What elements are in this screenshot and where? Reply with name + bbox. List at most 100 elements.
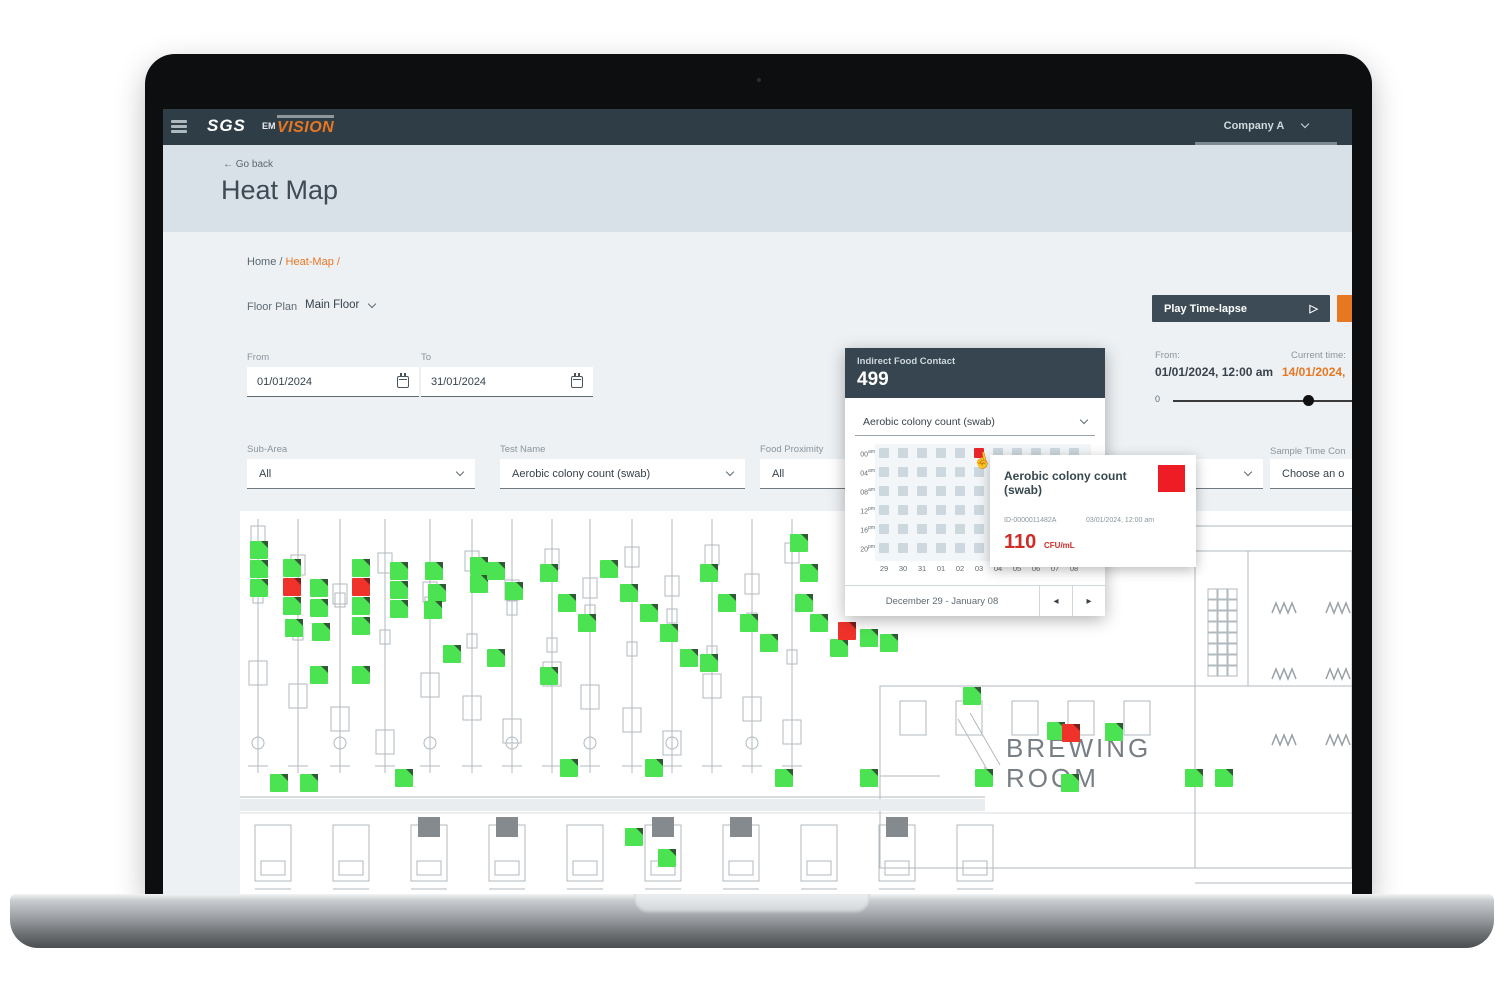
sample-marker-ok[interactable] <box>425 562 443 580</box>
sample-marker-ok[interactable] <box>540 564 558 582</box>
grid-cell[interactable] <box>879 448 889 458</box>
sample-marker-ok[interactable] <box>285 619 303 637</box>
sample-marker-ok[interactable] <box>760 634 778 652</box>
popup-test-select[interactable]: Aerobic colony count (swab) <box>855 408 1095 436</box>
grid-cell[interactable] <box>879 467 889 477</box>
sample-marker-ok[interactable] <box>1185 769 1203 787</box>
sample-marker-ok[interactable] <box>443 645 461 663</box>
timelapse-secondary-button[interactable] <box>1337 295 1352 322</box>
grid-cell[interactable] <box>955 486 965 496</box>
grid-cell[interactable] <box>936 448 946 458</box>
sample-marker-ok[interactable] <box>645 759 663 777</box>
sample-marker-ok[interactable] <box>880 634 898 652</box>
from-date-input[interactable]: 01/01/2024 <box>247 367 419 397</box>
sample-marker-ok[interactable] <box>250 579 268 597</box>
grid-cell[interactable] <box>898 448 908 458</box>
sample-marker-ok[interactable] <box>270 774 288 792</box>
grid-cell[interactable] <box>917 505 927 515</box>
sample-marker-ok[interactable] <box>830 639 848 657</box>
sample-marker-ok[interactable] <box>487 562 505 580</box>
breadcrumb-current[interactable]: Heat-Map <box>286 256 334 268</box>
grid-cell[interactable] <box>898 486 908 496</box>
timelapse-slider-track[interactable] <box>1173 400 1352 402</box>
floor-plan-select[interactable]: Main Floor <box>305 299 375 311</box>
sample-marker-ok[interactable] <box>390 600 408 618</box>
sample-marker-ok[interactable] <box>660 624 678 642</box>
grid-cell[interactable] <box>974 543 984 553</box>
grid-cell[interactable] <box>936 505 946 515</box>
sample-marker-ok[interactable] <box>310 599 328 617</box>
sample-marker-ok[interactable] <box>424 601 442 619</box>
grid-cell[interactable] <box>917 448 927 458</box>
grid-cell[interactable] <box>917 467 927 477</box>
sample-marker-alert[interactable] <box>283 578 301 596</box>
sample-marker-ok[interactable] <box>718 594 736 612</box>
company-select[interactable]: Company A <box>1195 109 1337 145</box>
grid-cell[interactable] <box>955 467 965 477</box>
sample-marker-ok[interactable] <box>390 581 408 599</box>
sample-marker-ok[interactable] <box>640 604 658 622</box>
sample-marker-ok[interactable] <box>352 559 370 577</box>
calendar-icon[interactable] <box>397 376 409 388</box>
sample-marker-ok[interactable] <box>250 541 268 559</box>
next-week-button[interactable]: ▸ <box>1072 586 1105 616</box>
sample-marker-ok[interactable] <box>795 594 813 612</box>
sample-marker-ok[interactable] <box>810 614 828 632</box>
sample-marker-ok[interactable] <box>300 774 318 792</box>
grid-cell[interactable] <box>879 524 889 534</box>
sample-time-select[interactable]: Choose an o <box>1270 459 1352 489</box>
sample-marker-ok[interactable] <box>625 828 643 846</box>
sample-marker-ok[interactable] <box>312 623 330 641</box>
sample-marker-ok[interactable] <box>658 849 676 867</box>
grid-cell[interactable] <box>898 505 908 515</box>
sample-marker-ok[interactable] <box>1061 774 1079 792</box>
sample-marker-ok[interactable] <box>505 582 523 600</box>
sample-marker-ok[interactable] <box>470 575 488 593</box>
sample-marker-ok[interactable] <box>352 666 370 684</box>
grid-cell[interactable] <box>936 524 946 534</box>
grid-cell[interactable] <box>955 448 965 458</box>
sample-marker-ok[interactable] <box>620 584 638 602</box>
grid-cell[interactable] <box>955 543 965 553</box>
sample-marker-ok[interactable] <box>283 559 301 577</box>
sub-area-select[interactable]: All <box>247 459 475 489</box>
sample-marker-ok[interactable] <box>860 629 878 647</box>
grid-cell[interactable] <box>974 505 984 515</box>
grid-cell[interactable] <box>879 543 889 553</box>
sample-marker-ok[interactable] <box>395 769 413 787</box>
sample-marker-ok[interactable] <box>560 759 578 777</box>
to-date-input[interactable]: 31/01/2024 <box>421 367 593 397</box>
grid-cell[interactable] <box>879 505 889 515</box>
sample-marker-ok[interactable] <box>740 614 758 632</box>
sample-marker-ok[interactable] <box>680 649 698 667</box>
breadcrumb-home[interactable]: Home <box>247 256 276 268</box>
grid-cell[interactable] <box>917 543 927 553</box>
sample-marker-ok[interactable] <box>310 579 328 597</box>
grid-cell[interactable] <box>974 486 984 496</box>
sample-marker-ok[interactable] <box>487 649 505 667</box>
test-name-select[interactable]: Aerobic colony count (swab) <box>500 459 745 489</box>
sample-marker-ok[interactable] <box>352 597 370 615</box>
menu-icon[interactable] <box>171 120 187 133</box>
sample-marker-ok[interactable] <box>800 564 818 582</box>
grid-cell[interactable] <box>898 467 908 477</box>
floor-plan-canvas[interactable]: BREWINGROOM <box>240 511 1352 896</box>
sample-marker-ok[interactable] <box>975 769 993 787</box>
sample-marker-ok[interactable] <box>790 534 808 552</box>
grid-cell[interactable] <box>974 524 984 534</box>
sample-marker-ok[interactable] <box>578 614 596 632</box>
grid-cell[interactable] <box>879 486 889 496</box>
sample-marker-ok[interactable] <box>283 597 301 615</box>
sample-marker-ok[interactable] <box>963 687 981 705</box>
sample-marker-alert[interactable] <box>1062 724 1080 742</box>
sample-marker-ok[interactable] <box>470 557 488 575</box>
sample-marker-ok[interactable] <box>775 769 793 787</box>
sample-marker-alert[interactable] <box>838 622 856 640</box>
sample-marker-ok[interactable] <box>250 560 268 578</box>
calendar-icon[interactable] <box>571 376 583 388</box>
go-back-link[interactable]: ← Go back <box>223 159 273 170</box>
sample-marker-ok[interactable] <box>428 584 446 602</box>
sample-marker-ok[interactable] <box>352 617 370 635</box>
sample-marker-ok[interactable] <box>540 667 558 685</box>
prev-week-button[interactable]: ◂ <box>1039 586 1072 616</box>
